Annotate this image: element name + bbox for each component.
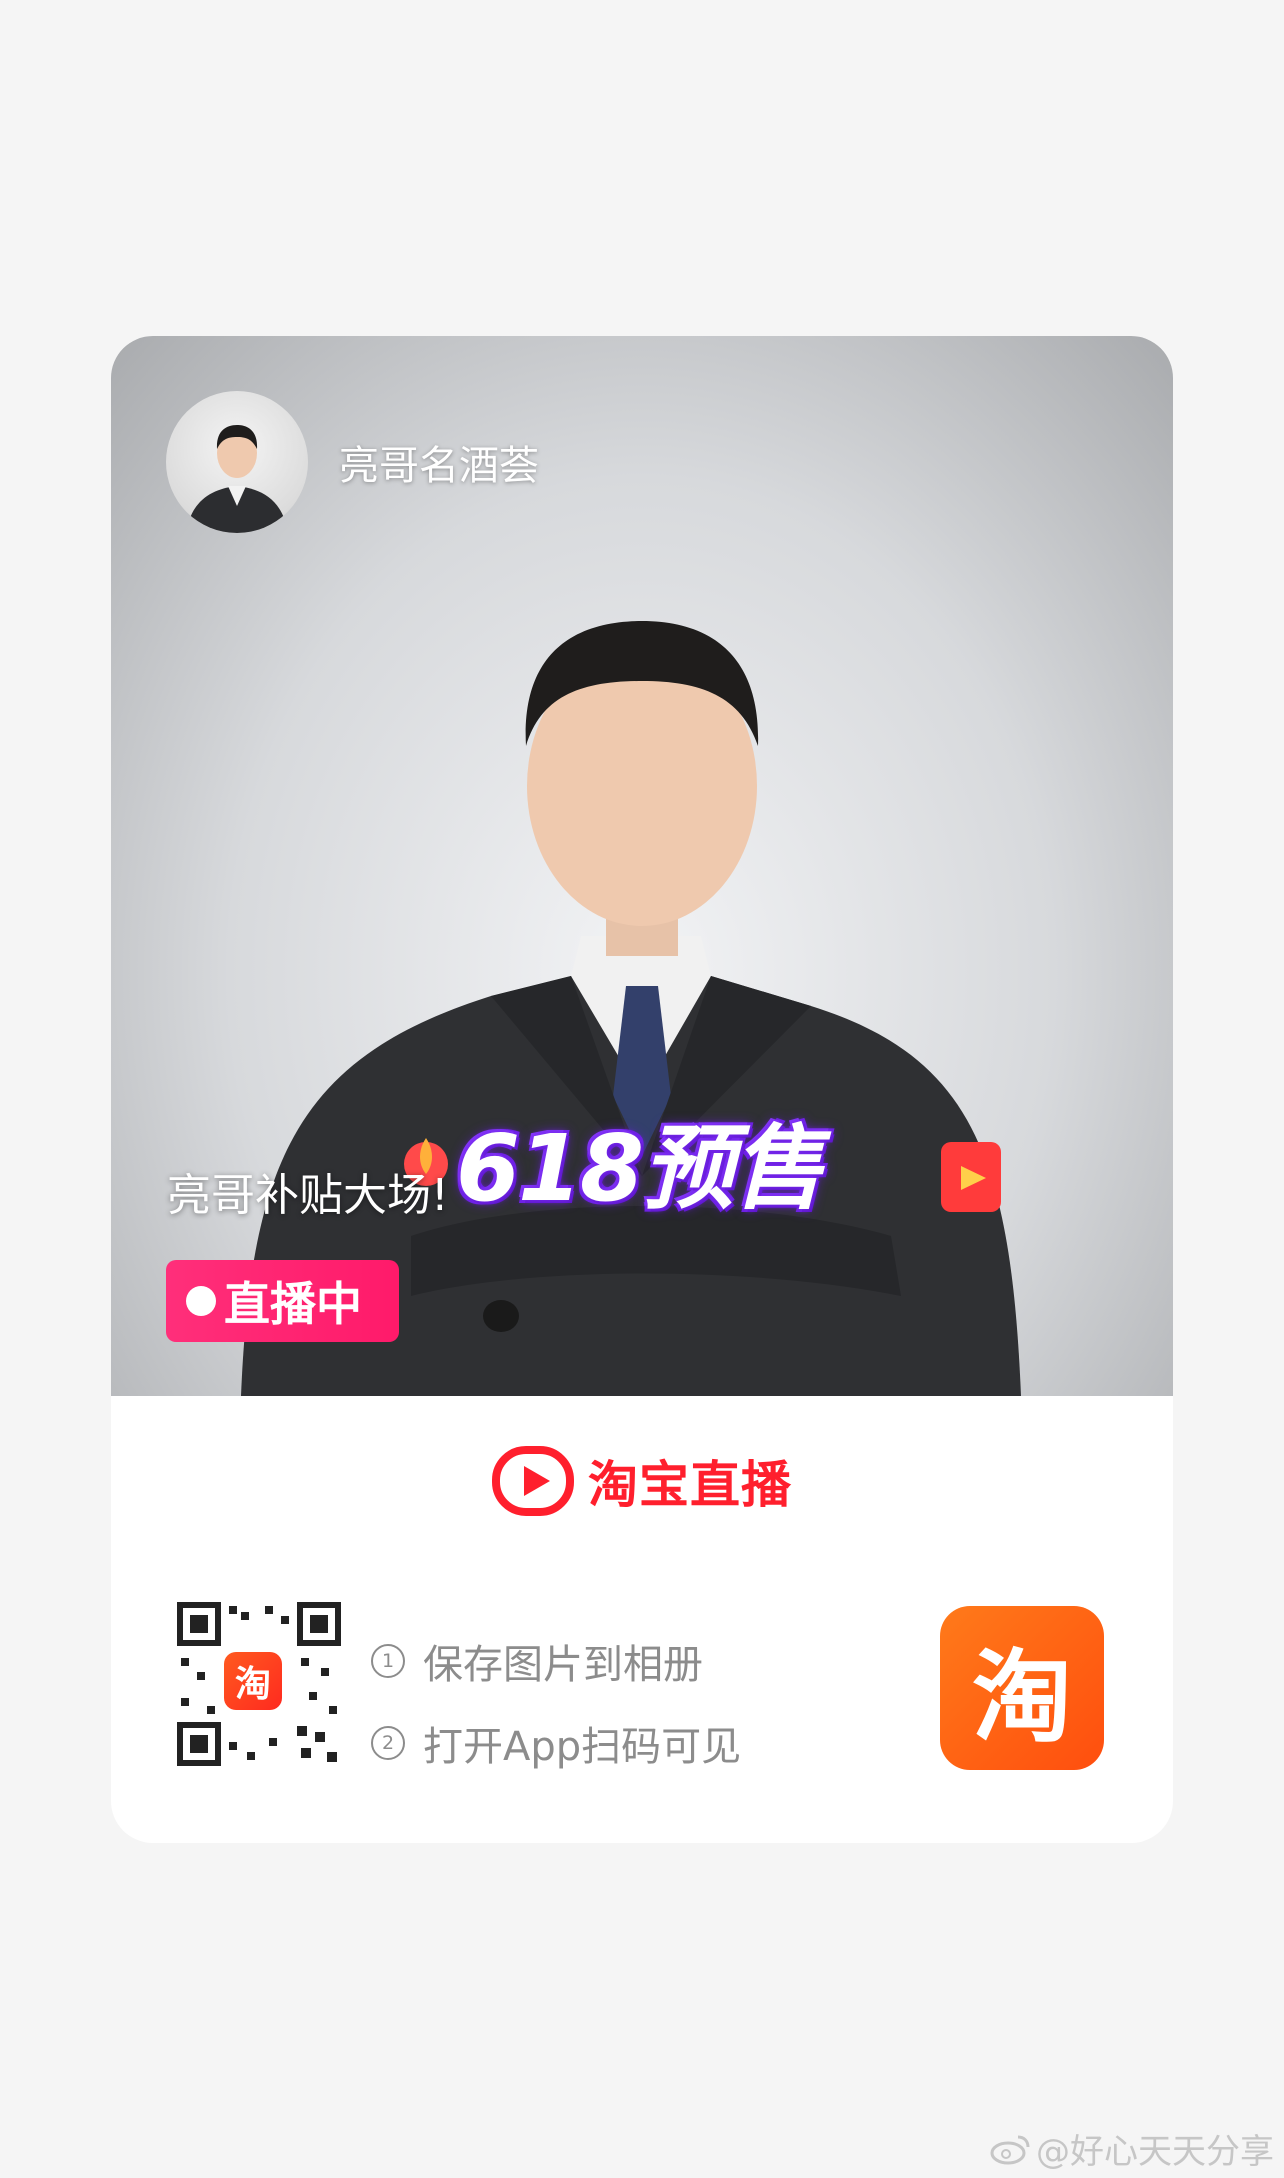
live-dot-icon bbox=[186, 1286, 216, 1316]
streamer-name[interactable]: 亮哥名酒荟 bbox=[339, 433, 539, 491]
taobao-app-label: 淘 bbox=[972, 1638, 1072, 1756]
brand-name: 淘宝直播 bbox=[588, 1456, 792, 1514]
live-cover[interactable]: 亮哥名酒荟 618预售 亮哥补贴大场! 直播中 bbox=[111, 336, 1173, 1396]
promo-banner: 618预售 bbox=[396, 1094, 1016, 1224]
weibo-icon bbox=[990, 2135, 1030, 2164]
streamer-avatar[interactable] bbox=[166, 391, 308, 533]
step-number: 1 bbox=[371, 1644, 405, 1678]
live-title: 亮哥补贴大场! bbox=[167, 1170, 449, 1221]
taobao-live-logo-icon bbox=[492, 1446, 574, 1516]
share-card: 亮哥名酒荟 618预售 亮哥补贴大场! 直播中 淘宝直播 淘 1 保存图片到相册… bbox=[111, 336, 1173, 1843]
qr-taobao-logo-icon: 淘 bbox=[224, 1652, 282, 1710]
scan-instructions: 1 保存图片到相册 2 打开App扫码可见 bbox=[371, 1620, 741, 1784]
watermark-text: @好心天天分享 bbox=[1036, 2132, 1274, 2172]
step-item: 2 打开App扫码可见 bbox=[371, 1702, 741, 1784]
step-number: 2 bbox=[371, 1726, 405, 1760]
watermark: @好心天天分享 bbox=[990, 2124, 1274, 2173]
avatar-photo bbox=[186, 425, 288, 533]
promo-text: 618预售 bbox=[456, 1115, 824, 1222]
step-text: 打开App扫码可见 bbox=[423, 1724, 742, 1770]
qr-code[interactable]: 淘 bbox=[177, 1602, 341, 1766]
step-item: 1 保存图片到相册 bbox=[371, 1620, 741, 1702]
step-text: 保存图片到相册 bbox=[423, 1642, 703, 1688]
live-status-badge: 直播中 bbox=[166, 1260, 399, 1342]
taobao-app-icon[interactable]: 淘 bbox=[940, 1606, 1104, 1770]
live-badge-label: 直播中 bbox=[224, 1277, 362, 1331]
brand-header: 淘宝直播 bbox=[111, 1436, 1173, 1526]
